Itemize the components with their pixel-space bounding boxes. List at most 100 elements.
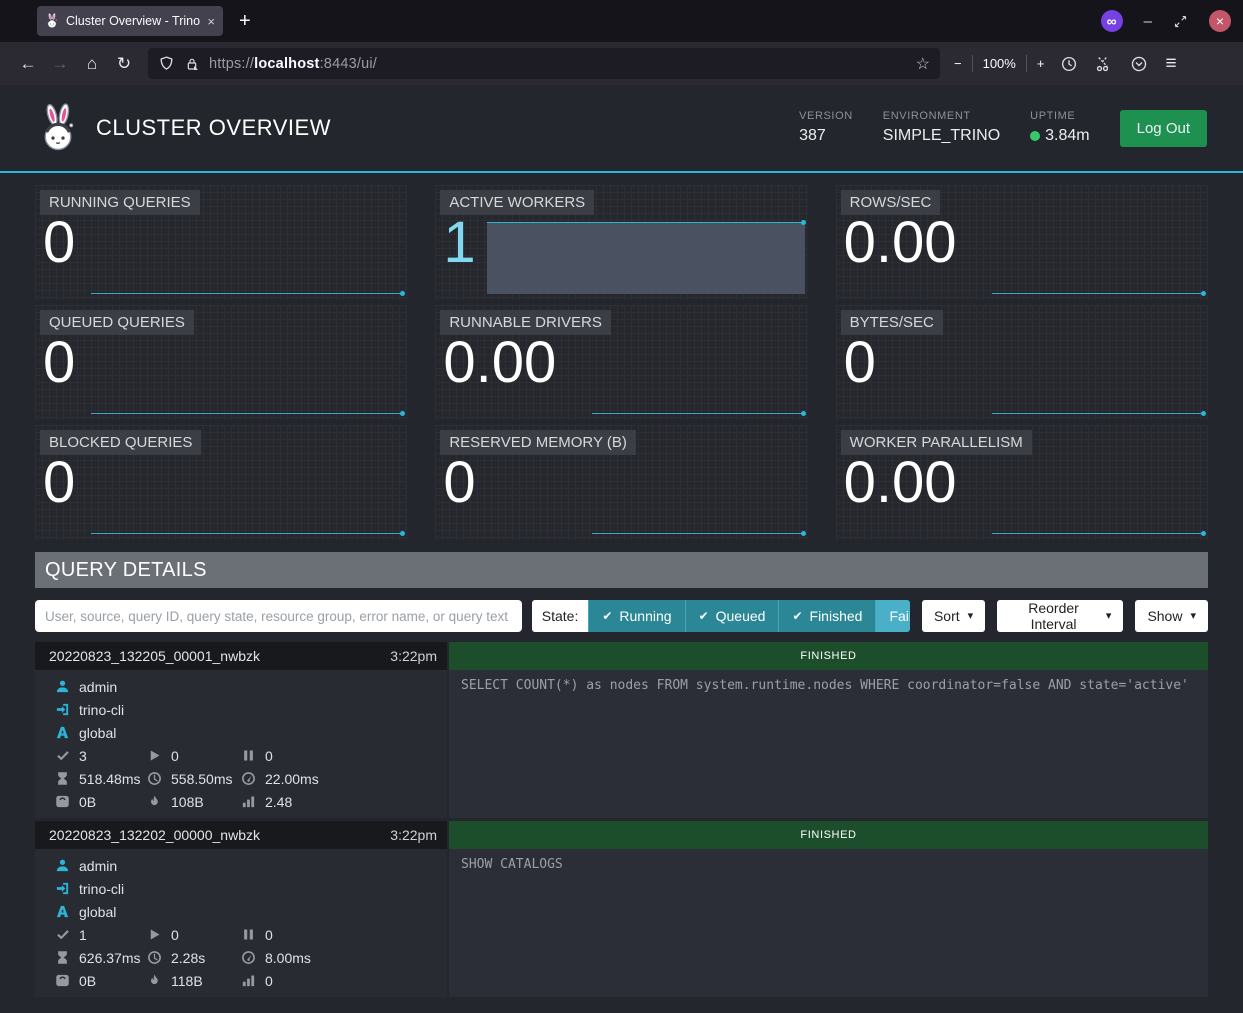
zoom-in-button[interactable]: + (1037, 56, 1045, 71)
stat-value: 0 (43, 211, 75, 275)
query-header: 20220823_132205_00001_nwbzk 3:22pm (35, 642, 447, 670)
back-icon[interactable]: ← (12, 54, 44, 74)
state-label: State: (532, 600, 589, 632)
queued-splits: 0 (265, 748, 273, 764)
completed-splits: 3 (79, 748, 87, 764)
browser-window: Cluster Overview - Trino × + ∞ – × ← → ⌂… (0, 0, 1243, 85)
bookmark-star-icon[interactable]: ☆ (916, 54, 930, 74)
reload-icon[interactable]: ↻ (108, 54, 140, 74)
sort-dropdown[interactable]: Sort ▾ (922, 600, 985, 632)
filter-failed-dropdown[interactable]: Failed ▾ (875, 600, 910, 632)
environment-block: ENVIRONMENT SIMPLE_TRINO (883, 110, 1000, 145)
tracking-shield-icon[interactable] (158, 55, 175, 72)
query-id-link[interactable]: 20220823_132205_00001_nwbzk (49, 648, 260, 664)
url-bar[interactable]: https://localhost:8443/ui/ ☆ (148, 48, 940, 79)
stat-value: 0.00 (844, 451, 957, 515)
uptime-label: UPTIME (1030, 110, 1089, 122)
stat-panel-queued-queries: QUEUED QUERIES 0 (35, 305, 407, 420)
version-block: VERSION 387 (799, 110, 853, 145)
stat-label: WORKER PARALLELISM (841, 430, 1032, 455)
stat-label: RUNNABLE DRIVERS (440, 310, 611, 335)
version-label: VERSION (799, 110, 853, 122)
logout-button[interactable]: Log Out (1120, 110, 1207, 147)
sparkline (592, 533, 805, 534)
close-button[interactable]: × (1209, 10, 1231, 32)
trino-favicon (45, 13, 59, 29)
resource-group-road-icon (55, 904, 70, 919)
caret-down-icon: ▾ (1190, 611, 1196, 622)
cpu-time-clock-icon (147, 950, 162, 965)
new-tab-button[interactable]: + (239, 10, 251, 33)
execution-time-gauge-icon (241, 771, 256, 786)
completed-splits: 1 (79, 927, 87, 943)
query-search-input[interactable] (35, 600, 522, 632)
source-signin-icon (55, 881, 70, 896)
screenshot-scissors-icon[interactable] (1095, 55, 1113, 73)
stat-value: 1 (443, 211, 475, 275)
stat-label: ACTIVE WORKERS (440, 190, 594, 215)
filter-running-button[interactable]: ✔ Running (588, 600, 684, 632)
history-clock-icon[interactable] (1060, 55, 1078, 73)
show-dropdown[interactable]: Show ▾ (1135, 600, 1208, 632)
stat-panel-worker-parallelism: WORKER PARALLELISM 0.00 (836, 425, 1208, 540)
browser-toolbar: ← → ⌂ ↻ https://localhost:8443/ui/ ☆ − 1… (0, 42, 1243, 85)
cumulative-memory-fire-icon (147, 973, 162, 988)
current-memory-scale-icon (55, 794, 70, 809)
parallelism: 0 (265, 973, 273, 989)
zoom-level[interactable]: 100% (983, 56, 1016, 71)
menu-hamburger-icon[interactable]: ≡ (1165, 53, 1176, 75)
cpu-time: 2.28s (171, 950, 205, 966)
filter-queued-button[interactable]: ✔ Queued (685, 600, 779, 632)
forward-icon[interactable]: → (44, 54, 76, 74)
zoom-out-button[interactable]: − (954, 56, 962, 71)
environment-value: SIMPLE_TRINO (883, 127, 1000, 145)
stat-panel-blocked-queries: BLOCKED QUERIES 0 (35, 425, 407, 540)
stat-label: BLOCKED QUERIES (40, 430, 201, 455)
query-source: trino-cli (79, 881, 124, 897)
query-id-link[interactable]: 20220823_132202_00000_nwbzk (49, 827, 260, 843)
stat-panel-active-workers: ACTIVE WORKERS 1 (435, 185, 807, 300)
stat-panel-rows-sec: ROWS/SEC 0.00 (836, 185, 1208, 300)
running-splits-play-icon (147, 927, 162, 942)
query-status-bar: FINISHED (449, 642, 1208, 670)
sparkline (592, 413, 805, 414)
zoom-controls: − 100% + (954, 55, 1044, 72)
check-icon: ✔ (602, 609, 612, 623)
query-list-item: 20220823_132205_00001_nwbzk 3:22pm FINIS… (35, 642, 1208, 818)
running-splits: 0 (171, 927, 179, 943)
resource-group-road-icon (55, 725, 70, 740)
cluster-meta: VERSION 387 ENVIRONMENT SIMPLE_TRINO UPT… (799, 110, 1207, 147)
sparkline (992, 413, 1205, 414)
stat-label: RUNNING QUERIES (40, 190, 200, 215)
parallelism-equalizer-icon (241, 794, 256, 809)
query-resource-group: global (79, 725, 116, 741)
maximize-button[interactable] (1173, 14, 1188, 29)
query-source: trino-cli (79, 702, 124, 718)
home-icon[interactable]: ⌂ (76, 54, 108, 74)
private-browsing-icon: ∞ (1101, 10, 1123, 32)
stat-value: 0.00 (443, 331, 556, 395)
browser-tab[interactable]: Cluster Overview - Trino × (37, 6, 223, 36)
query-user: admin (79, 679, 117, 695)
execution-time: 22.00ms (265, 771, 319, 787)
uptime-value: 3.84m (1030, 127, 1089, 145)
minimize-button[interactable]: – (1144, 13, 1152, 30)
pocket-icon[interactable] (1130, 55, 1148, 73)
execution-time: 8.00ms (265, 950, 311, 966)
lock-icon[interactable] (184, 56, 200, 72)
caret-down-icon: ▾ (1106, 611, 1112, 622)
state-filter-group: State: ✔ Running ✔ Queued ✔ Finished Fai… (532, 600, 910, 632)
current-memory-scale-icon (55, 973, 70, 988)
running-splits: 0 (171, 748, 179, 764)
execution-time-gauge-icon (241, 950, 256, 965)
sparkline (91, 413, 404, 414)
stat-panel-reserved-memory: RESERVED MEMORY (B) 0 (435, 425, 807, 540)
stat-label: RESERVED MEMORY (B) (440, 430, 636, 455)
reorder-interval-dropdown[interactable]: Reorder Interval ▾ (997, 600, 1123, 632)
parallelism-equalizer-icon (241, 973, 256, 988)
query-list-item: 20220823_132202_00000_nwbzk 3:22pm FINIS… (35, 821, 1208, 997)
query-stats: admin trino-cli global 1 0 0 626.37ms 2.… (35, 849, 447, 997)
current-memory: 0B (79, 973, 96, 989)
filter-finished-button[interactable]: ✔ Finished (778, 600, 875, 632)
tab-close-icon[interactable]: × (207, 14, 215, 29)
